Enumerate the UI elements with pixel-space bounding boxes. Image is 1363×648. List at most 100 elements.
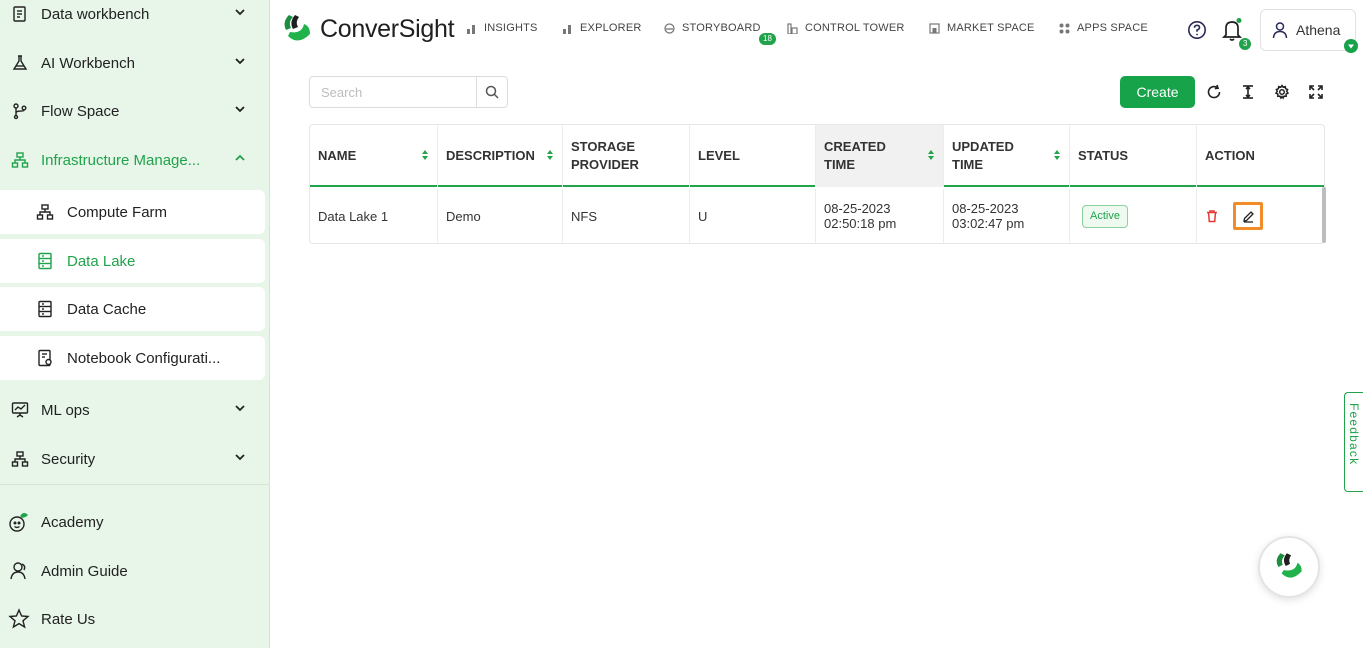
tower-icon bbox=[787, 22, 798, 34]
column-header-status[interactable]: STATUS bbox=[1070, 125, 1197, 187]
storyboard-icon bbox=[664, 22, 675, 34]
sidebar-subitem-notebook-configuration[interactable]: Notebook Configurati... bbox=[0, 336, 265, 380]
table-scrollbar[interactable] bbox=[1322, 187, 1326, 243]
conversight-logo[interactable]: ConverSight bbox=[280, 12, 455, 46]
sidebar-item-label: AI Workbench bbox=[41, 54, 135, 72]
nav-label: EXPLORER bbox=[580, 22, 642, 34]
sort-icon[interactable] bbox=[927, 149, 935, 161]
sidebar-item-label: Rate Us bbox=[41, 610, 96, 628]
sort-icon[interactable] bbox=[421, 149, 429, 161]
chat-assistant-button[interactable] bbox=[1258, 536, 1320, 598]
refresh-icon[interactable] bbox=[1206, 84, 1222, 100]
sidebar-subitem-data-lake[interactable]: Data Lake bbox=[0, 239, 265, 283]
nav-apps-space[interactable]: APPS SPACE bbox=[1059, 22, 1148, 34]
sidebar-item-flow-space[interactable]: Flow Space bbox=[0, 89, 268, 133]
delete-icon[interactable] bbox=[1205, 209, 1219, 223]
notification-count-badge: 3 bbox=[1239, 38, 1252, 50]
column-header-level[interactable]: LEVEL bbox=[690, 125, 816, 187]
cell-updated-time: 08-25-2023 03:02:47 pm bbox=[944, 189, 1070, 243]
feedback-tab[interactable]: Feedback bbox=[1344, 392, 1363, 492]
sort-icon[interactable] bbox=[1053, 149, 1061, 161]
conversight-assistant-icon bbox=[1276, 553, 1302, 578]
cell-datetime: 08-25-2023 02:50:18 pm bbox=[824, 201, 896, 231]
search-button[interactable] bbox=[476, 77, 507, 107]
create-button[interactable]: Create bbox=[1120, 76, 1195, 108]
nav-label: STORYBOARD bbox=[682, 22, 761, 34]
sidebar-item-admin-guide[interactable]: Admin Guide bbox=[0, 551, 268, 591]
user-menu-button[interactable]: Athena bbox=[1260, 9, 1358, 53]
nav-insights[interactable]: INSIGHTS bbox=[466, 22, 538, 34]
cell-status: Active bbox=[1070, 189, 1197, 243]
chevron-down-icon bbox=[235, 405, 245, 412]
column-header-label: CREATED TIME bbox=[824, 138, 886, 174]
column-header-label: NAME bbox=[318, 148, 357, 163]
hierarchy-icon bbox=[10, 449, 30, 469]
presentation-chart-icon bbox=[10, 400, 30, 420]
branch-flow-icon bbox=[10, 101, 30, 121]
chevron-down-icon bbox=[235, 106, 245, 113]
sidebar-item-label: ML ops bbox=[41, 401, 90, 419]
nav-market-space[interactable]: MARKET SPACE bbox=[929, 22, 1035, 34]
nav-label: APPS SPACE bbox=[1077, 22, 1148, 34]
flask-icon bbox=[10, 53, 30, 73]
sidebar-item-ml-ops[interactable]: ML ops bbox=[0, 388, 268, 432]
sidebar-item-security[interactable]: Security bbox=[0, 437, 268, 481]
sidebar-divider bbox=[0, 484, 270, 485]
nav-label: INSIGHTS bbox=[484, 22, 538, 34]
top-header: ConverSight INSIGHTS EXPLORER STORYBOARD… bbox=[270, 0, 1363, 60]
cell-time: 03:02:47 pm bbox=[952, 216, 1025, 231]
server-rack-icon bbox=[36, 252, 54, 270]
sidebar-subitem-label: Data Cache bbox=[67, 300, 147, 318]
bar-chart-icon bbox=[466, 23, 477, 34]
sidebar-subitem-compute-farm[interactable]: Compute Farm bbox=[0, 190, 265, 234]
column-header-name[interactable]: NAME bbox=[310, 125, 438, 187]
sidebar-item-academy[interactable]: Academy bbox=[0, 502, 268, 542]
store-icon bbox=[929, 22, 940, 34]
edit-pencil-icon bbox=[1242, 210, 1254, 223]
table-row[interactable]: Data Lake 1 Demo NFS U 08-25-2023 02:50:1… bbox=[310, 189, 1324, 243]
column-header-updated-time[interactable]: UPDATED TIME bbox=[944, 125, 1070, 187]
cell-description: Demo bbox=[438, 189, 563, 243]
user-guide-icon bbox=[8, 560, 30, 582]
sidebar-subitem-label: Data Lake bbox=[67, 252, 136, 270]
nav-explorer[interactable]: EXPLORER bbox=[562, 22, 642, 34]
cell-time: 02:50:18 pm bbox=[824, 216, 897, 231]
chevron-down-icon bbox=[235, 58, 245, 65]
server-rack-icon bbox=[36, 300, 54, 318]
user-icon bbox=[1272, 22, 1288, 39]
sidebar-item-ai-workbench[interactable]: AI Workbench bbox=[0, 41, 268, 85]
logo-text: ConverSight bbox=[320, 14, 455, 43]
column-header-label: STATUS bbox=[1078, 148, 1129, 163]
search-input[interactable] bbox=[310, 77, 476, 107]
column-header-storage-provider[interactable]: STORAGE PROVIDER bbox=[563, 125, 690, 187]
notification-bell-icon[interactable] bbox=[1221, 18, 1243, 42]
sidebar-item-label: Academy bbox=[41, 513, 104, 531]
conversight-logo-icon bbox=[284, 15, 310, 41]
dropdown-caret-icon bbox=[1344, 39, 1358, 53]
storyboard-count-badge: 18 bbox=[759, 33, 776, 45]
sort-icon[interactable] bbox=[546, 149, 554, 161]
gear-icon[interactable] bbox=[1274, 84, 1290, 100]
sidebar-subitem-data-cache[interactable]: Data Cache bbox=[0, 287, 265, 331]
chevron-up-icon bbox=[235, 154, 245, 161]
cell-created-time: 08-25-2023 02:50:18 pm bbox=[816, 189, 944, 243]
edit-button[interactable] bbox=[1233, 202, 1263, 230]
nav-storyboard[interactable]: STORYBOARD bbox=[664, 22, 761, 34]
sidebar: Data workbench AI Workbench Flow Space I… bbox=[0, 0, 270, 648]
sidebar-item-rate-us[interactable]: Rate Us bbox=[0, 599, 268, 639]
sidebar-item-label: Data workbench bbox=[41, 5, 150, 23]
column-header-label: STORAGE PROVIDER bbox=[571, 138, 639, 174]
column-header-description[interactable]: DESCRIPTION bbox=[438, 125, 563, 187]
sidebar-item-data-workbench[interactable]: Data workbench bbox=[0, 0, 268, 36]
search-box bbox=[309, 76, 508, 108]
column-header-created-time[interactable]: CREATED TIME bbox=[816, 125, 944, 187]
cell-storage-provider: NFS bbox=[563, 189, 690, 243]
sidebar-item-infrastructure-management[interactable]: Infrastructure Manage... bbox=[0, 138, 268, 182]
column-header-label-line1: UPDATED bbox=[952, 139, 1014, 154]
sidebar-item-label: Flow Space bbox=[41, 102, 120, 120]
nav-control-tower[interactable]: CONTROL TOWER bbox=[787, 22, 905, 34]
fullscreen-icon[interactable] bbox=[1308, 84, 1324, 100]
help-icon[interactable] bbox=[1187, 20, 1207, 40]
column-width-icon[interactable] bbox=[1240, 84, 1256, 100]
cell-name: Data Lake 1 bbox=[310, 189, 438, 243]
